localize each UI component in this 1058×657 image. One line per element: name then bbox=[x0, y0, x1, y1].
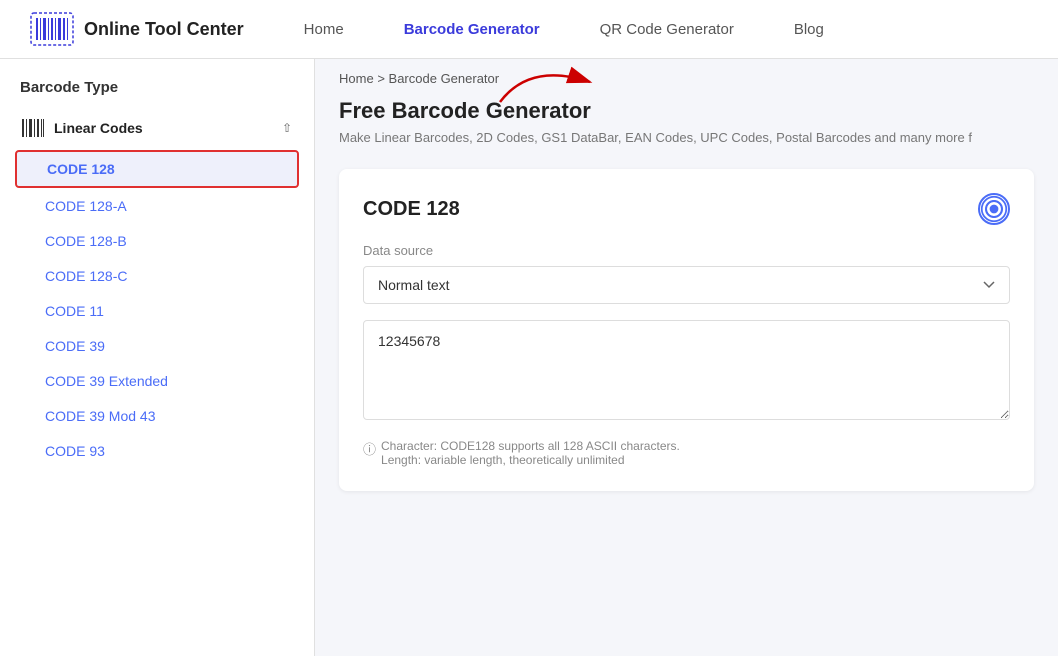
target-svg bbox=[980, 193, 1008, 225]
breadcrumb-separator: > bbox=[377, 71, 385, 86]
sidebar-section-label: Linear Codes bbox=[54, 120, 143, 136]
breadcrumb: Home > Barcode Generator bbox=[315, 59, 1058, 98]
info-line1: Character: CODE128 supports all 128 ASCI… bbox=[381, 439, 680, 453]
info-content: Character: CODE128 supports all 128 ASCI… bbox=[381, 439, 680, 467]
chevron-up-icon: ⇧ bbox=[282, 121, 292, 135]
content-main: Free Barcode Generator Make Linear Barco… bbox=[315, 98, 1058, 515]
sidebar-title: Barcode Type bbox=[0, 79, 314, 111]
sidebar-section-header-left: Linear Codes bbox=[22, 119, 143, 137]
sidebar-section: Linear Codes ⇧ CODE 128 CODE 128-A CODE … bbox=[0, 111, 314, 473]
sidebar-item-code39-mod43[interactable]: CODE 39 Mod 43 bbox=[15, 399, 299, 433]
sidebar-item-code128c[interactable]: CODE 128-C bbox=[15, 259, 299, 293]
sidebar-item-code39[interactable]: CODE 39 bbox=[15, 329, 299, 363]
data-source-label: Data source bbox=[363, 243, 1010, 258]
logo-text: Online Tool Center bbox=[84, 19, 244, 40]
sidebar: Barcode Type Line bbox=[0, 59, 315, 656]
data-source-group: Data source Normal text Hexadecimal bbox=[363, 243, 1010, 304]
barcode-section-icon bbox=[22, 119, 44, 137]
page-title: Free Barcode Generator bbox=[339, 98, 1034, 124]
logo-icon bbox=[30, 12, 74, 46]
barcode-card: CODE 128 Data source bbox=[339, 169, 1034, 491]
info-line2: Length: variable length, theoretically u… bbox=[381, 453, 624, 467]
sidebar-item-code93[interactable]: CODE 93 bbox=[15, 434, 299, 468]
nav-blog[interactable]: Blog bbox=[794, 21, 824, 38]
sidebar-item-code128a[interactable]: CODE 128-A bbox=[15, 189, 299, 223]
sidebar-item-code11[interactable]: CODE 11 bbox=[15, 294, 299, 328]
header: Online Tool Center Home Barcode Generato… bbox=[0, 0, 1058, 59]
info-text: ⓘ Character: CODE128 supports all 128 AS… bbox=[363, 439, 1010, 467]
page-subtitle: Make Linear Barcodes, 2D Codes, GS1 Data… bbox=[339, 130, 1034, 145]
main-layout: Barcode Type Line bbox=[0, 59, 1058, 656]
nav-barcode-generator[interactable]: Barcode Generator bbox=[404, 21, 540, 38]
info-icon: ⓘ bbox=[363, 439, 376, 458]
sidebar-section-header[interactable]: Linear Codes ⇧ bbox=[10, 111, 304, 145]
breadcrumb-current: Barcode Generator bbox=[389, 71, 500, 86]
card-title: CODE 128 bbox=[363, 198, 460, 221]
sidebar-item-code39-extended[interactable]: CODE 39 Extended bbox=[15, 364, 299, 398]
sidebar-item-code128[interactable]: CODE 128 bbox=[15, 150, 299, 188]
barcode-data-input[interactable]: 12345678 bbox=[363, 320, 1010, 420]
content-area: Home > Barcode Generator Free Barcode Ge… bbox=[315, 59, 1058, 656]
data-source-select[interactable]: Normal text Hexadecimal bbox=[363, 266, 1010, 304]
nav-home[interactable]: Home bbox=[304, 21, 344, 38]
breadcrumb-home[interactable]: Home bbox=[339, 71, 374, 86]
nav-qr-code-generator[interactable]: QR Code Generator bbox=[600, 21, 734, 38]
sidebar-items: CODE 128 CODE 128-A CODE 128-B CODE 128-… bbox=[10, 145, 304, 473]
logo-area: Online Tool Center bbox=[30, 12, 244, 46]
sidebar-item-code128b[interactable]: CODE 128-B bbox=[15, 224, 299, 258]
main-nav: Home Barcode Generator QR Code Generator… bbox=[304, 21, 1028, 38]
target-icon[interactable] bbox=[978, 193, 1010, 225]
textarea-group: 12345678 bbox=[363, 320, 1010, 423]
card-header: CODE 128 bbox=[363, 193, 1010, 225]
